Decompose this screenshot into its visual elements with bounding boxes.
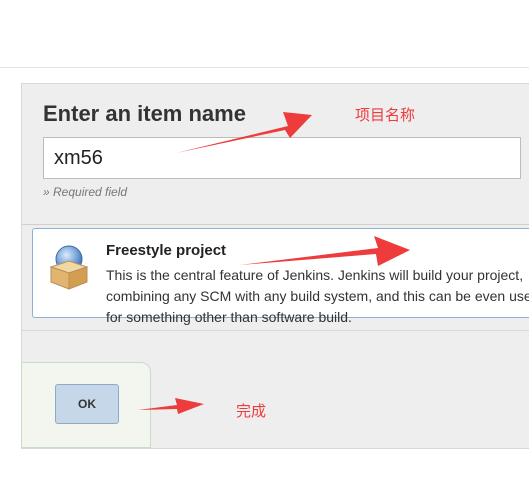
arrow-to-item-name [176,112,312,153]
arrow-to-freestyle-option [240,236,410,266]
annotation-arrows [138,112,410,414]
arrow-to-ok-button [138,398,204,414]
